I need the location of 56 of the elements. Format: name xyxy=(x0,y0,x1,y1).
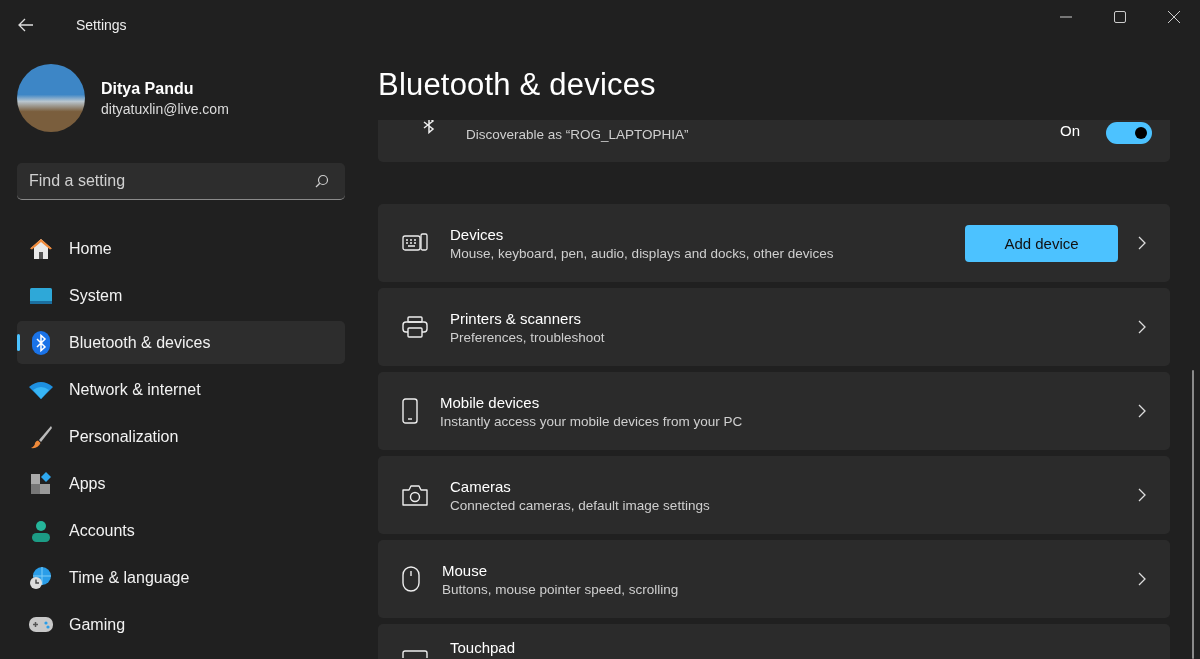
sidebar-item[interactable]: Accounts xyxy=(17,509,345,552)
chevron-right-icon xyxy=(1138,236,1146,250)
window-title: Settings xyxy=(76,17,127,33)
chevron-right-icon xyxy=(1138,404,1146,418)
add-device-button[interactable]: Add device xyxy=(965,224,1118,262)
settings-card[interactable]: Printers & scanners Preferences, troubleshoot xyxy=(378,288,1170,366)
chevron-right-icon xyxy=(1138,488,1146,502)
card-subtitle: Instantly access your mobile devices from your PC xyxy=(440,413,744,429)
sidebar-item[interactable]: Apps xyxy=(17,462,345,505)
settings-card[interactable]: Mobile devices Instantly access your mobile devices from your PC xyxy=(378,372,1170,450)
settings-card[interactable]: Mouse Buttons, mouse pointer speed, scrolling xyxy=(378,540,1170,618)
touchpad-icon xyxy=(402,650,428,658)
chevron-right-icon xyxy=(1138,320,1146,334)
sidebar-item[interactable]: System xyxy=(17,274,345,317)
settings-card[interactable]: Devices Mouse, keyboard, pen, audio, displays and docks, other devices Add device xyxy=(378,204,1170,282)
sidebar-item[interactable]: Gaming xyxy=(17,603,345,646)
sidebar-item[interactable]: Time & language xyxy=(17,556,345,599)
card-subtitle: Mouse, keyboard, pen, audio, displays and docks, other devices xyxy=(450,245,835,261)
chevron-right-icon xyxy=(1138,572,1146,586)
settings-card[interactable]: Cameras Connected cameras, default image settings xyxy=(378,456,1170,534)
wifi-icon xyxy=(28,379,54,400)
mouse-icon xyxy=(402,566,420,592)
maximize-icon[interactable] xyxy=(1114,11,1126,23)
user-email: dityatuxlin@live.com xyxy=(101,100,229,117)
user-name: Ditya Pandu xyxy=(101,79,195,98)
settings-card[interactable]: Touchpad xyxy=(378,624,1170,659)
card-subtitle: Preferences, troubleshoot xyxy=(450,329,606,345)
scrollbar[interactable] xyxy=(1192,370,1194,659)
card-subtitle: Buttons, mouse pointer speed, scrolling xyxy=(442,581,680,597)
globe-clock-icon xyxy=(28,565,54,590)
search-icon xyxy=(315,174,329,188)
card-title: Printers & scanners xyxy=(450,309,582,327)
printer-icon xyxy=(402,316,428,338)
card-title: Touchpad xyxy=(450,640,517,655)
bluetooth-icon xyxy=(422,120,436,134)
apps-icon xyxy=(28,471,54,496)
gamepad-icon xyxy=(28,614,54,635)
sidebar-item[interactable]: Home xyxy=(17,227,345,270)
sidebar-item[interactable]: Bluetooth & devices xyxy=(17,321,345,364)
home-icon xyxy=(28,236,54,261)
card-title: Mobile devices xyxy=(440,393,541,411)
page-title: Bluetooth & devices xyxy=(378,66,656,104)
back-arrow-icon[interactable] xyxy=(18,18,34,32)
toggle-switch[interactable] xyxy=(1106,122,1152,144)
card-title: Devices xyxy=(450,225,505,243)
phone-icon xyxy=(402,398,418,424)
card-subtitle: Connected cameras, default image settings xyxy=(450,497,711,513)
card-subtitle: Discoverable as “ROG_LAPTOPHIA” xyxy=(466,127,690,142)
sidebar-item[interactable]: Personalization xyxy=(17,415,345,458)
close-icon[interactable] xyxy=(1168,11,1180,23)
sidebar-item[interactable]: Network & internet xyxy=(17,368,345,411)
keyboard-icon xyxy=(402,232,428,254)
toggle-state-label: On xyxy=(1060,123,1080,138)
camera-icon xyxy=(402,484,428,506)
card-title: Cameras xyxy=(450,477,512,495)
card-title: Mouse xyxy=(442,561,489,579)
